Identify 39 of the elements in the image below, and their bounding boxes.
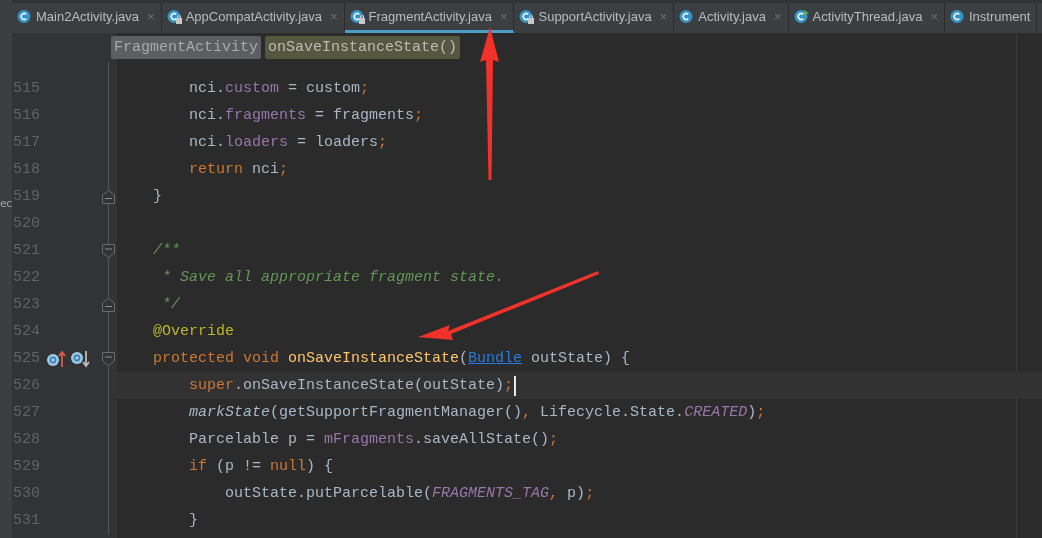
fold-marker-icon[interactable] bbox=[102, 297, 115, 312]
code-line: } bbox=[152, 187, 162, 207]
code-line: outState.putParcelable(FRAGMENTS_TAG, p); bbox=[224, 484, 595, 504]
fold-marker-icon[interactable] bbox=[102, 351, 115, 366]
code-line: nci.custom = custom; bbox=[188, 79, 370, 99]
circle-down-arrow-icon[interactable] bbox=[70, 349, 90, 368]
code-line: @Override bbox=[152, 322, 235, 342]
class-icon bbox=[519, 9, 535, 24]
code-line: */ bbox=[161, 295, 180, 315]
code-line: } bbox=[188, 511, 198, 531]
class-icon bbox=[17, 9, 32, 24]
circle-up-arrow-icon[interactable] bbox=[46, 349, 66, 368]
code-line: Parcelable p = mFragments.saveAllState(); bbox=[188, 430, 559, 450]
code-line: /** bbox=[152, 241, 180, 261]
close-icon[interactable]: × bbox=[330, 9, 338, 24]
text-cursor bbox=[514, 375, 517, 396]
fold-marker-icon[interactable] bbox=[102, 243, 115, 258]
code-line: protected void onSaveInstanceState(Bundle outState) { bbox=[152, 349, 631, 369]
class-icon bbox=[166, 9, 182, 24]
class-icon bbox=[679, 9, 695, 24]
panel-label: ec bbox=[0, 197, 12, 210]
class-icon bbox=[949, 9, 965, 24]
close-icon[interactable]: × bbox=[147, 9, 155, 24]
fold-marker-icon[interactable] bbox=[102, 189, 115, 204]
close-icon[interactable]: × bbox=[499, 9, 508, 24]
code-line: nci.fragments = fragments; bbox=[188, 106, 424, 126]
breadcrumb-item[interactable]: onSaveInstanceState() bbox=[265, 36, 461, 59]
code-line: return nci; bbox=[188, 160, 289, 180]
close-icon[interactable]: × bbox=[659, 9, 668, 24]
code-line: markState(getSupportFragmentManager(), Lifecycle.State.CREATED); bbox=[188, 403, 766, 423]
close-icon[interactable]: × bbox=[773, 9, 782, 24]
breadcrumb-item[interactable]: FragmentActivity bbox=[111, 36, 262, 59]
code-line: nci.loaders = loaders; bbox=[188, 133, 388, 153]
close-icon[interactable]: × bbox=[930, 9, 938, 24]
code-line: if (p != null) { bbox=[188, 457, 334, 477]
class-icon bbox=[349, 9, 365, 24]
code-line: * Save all appropriate fragment state. bbox=[161, 268, 505, 288]
code-line: super.onSaveInstanceState(outState); bbox=[188, 376, 514, 396]
class-icon bbox=[793, 9, 809, 24]
